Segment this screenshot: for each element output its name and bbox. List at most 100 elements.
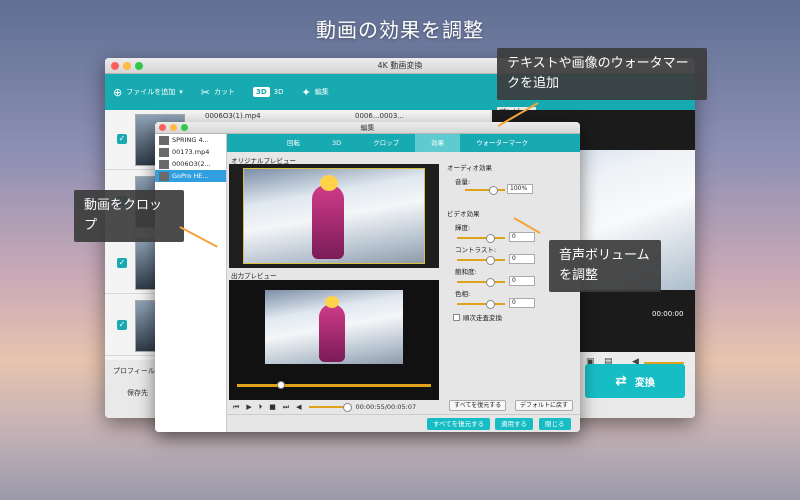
edit-file-item[interactable]: 00173.mp4 (155, 146, 226, 158)
stop-icon[interactable]: ■ (269, 403, 276, 411)
edit-window-title: 編集 (360, 124, 375, 132)
add-file-label: ファイルを追加 (126, 88, 176, 96)
saturation-field[interactable]: 0 (509, 276, 535, 286)
skier-figure (312, 185, 344, 259)
edit-window-controls (159, 124, 188, 131)
play-icon[interactable]: ▶ (246, 403, 251, 411)
three-d-icon: 3D (252, 87, 270, 97)
three-d-button[interactable]: 3D 3D (252, 87, 284, 97)
video-section-title: ビデオ効果 (447, 210, 480, 218)
file-checkbox[interactable]: ✓ (117, 258, 127, 268)
edit-file-name: GoPro HE... (172, 172, 209, 180)
edit-window: 編集 SPRING 4... 00173.mp4 0006O3(2... GoP… (155, 122, 580, 432)
playback-time: 00:00:55/00:05:07 (355, 403, 417, 411)
edit-file-name: 00173.mp4 (172, 148, 210, 156)
file-thumb-icon (159, 171, 169, 181)
crop-callout: 動画をクロップ (74, 190, 184, 242)
saturation-slider[interactable] (457, 278, 505, 287)
three-d-label: 3D (273, 88, 284, 96)
volume-slider[interactable] (308, 403, 352, 412)
edit-label: 編集 (314, 88, 329, 96)
apply-button[interactable]: 適用する (495, 418, 533, 430)
contrast-label: コントラスト: (455, 246, 497, 254)
next-frame-icon[interactable]: ⏵ (259, 403, 263, 412)
hue-slider[interactable] (457, 300, 505, 309)
restore-all-button[interactable]: すべてを復元する (449, 400, 507, 411)
file-thumb-icon (159, 135, 169, 145)
brightness-field[interactable]: 0 (509, 232, 535, 242)
zoom-edit-window-button[interactable] (181, 124, 188, 131)
skier-helmet (325, 296, 339, 308)
tab-3d[interactable]: 3D (316, 134, 357, 152)
tab-watermark[interactable]: ウォーターマーク (460, 134, 544, 152)
volume-icon: ◀ (296, 403, 302, 411)
profile-label: プロフィール (113, 367, 155, 375)
cut-label: カット (213, 88, 235, 96)
prev-icon[interactable]: ⏮ (233, 403, 239, 412)
volume-label: 音量: (455, 178, 471, 186)
edit-bottom-bar: すべてを復元する 適用する 閉じる (227, 414, 580, 432)
close-window-button[interactable] (111, 62, 119, 70)
audio-volume-slider[interactable] (465, 186, 505, 195)
deinterlace-checkbox[interactable] (453, 313, 460, 321)
preview-time: 00:00:00 (652, 310, 684, 318)
magic-wand-icon: ✦ (301, 85, 311, 99)
edit-file-list: SPRING 4... 00173.mp4 0006O3(2... GoPro … (155, 134, 227, 432)
zoom-window-button[interactable] (135, 62, 143, 70)
deinterlace-label: 順次走査変換 (463, 314, 502, 322)
add-file-button[interactable]: ⊕ ファイルを追加 ▾ (113, 86, 183, 99)
deinterlace-option[interactable]: 順次走査変換 (453, 312, 502, 322)
close-button[interactable]: 閉じる (539, 418, 571, 430)
edit-file-name: SPRING 4... (172, 136, 209, 144)
convert-label: 変換 (634, 377, 655, 389)
output-image (265, 290, 403, 364)
bottom-restore-all-button[interactable]: すべてを復元する (427, 418, 491, 430)
file-name: 0006O3(1).mp4 (205, 112, 261, 120)
edit-file-item[interactable]: SPRING 4... (155, 134, 226, 146)
volume-value-field[interactable]: 100% (507, 184, 533, 194)
save-location-label: 保存先 (127, 389, 148, 397)
edit-file-item[interactable]: 0006O3(2... (155, 158, 226, 170)
output-preview (229, 280, 439, 400)
hue-label: 色相: (455, 290, 471, 298)
next-icon[interactable]: ⏭ (283, 403, 289, 412)
close-edit-window-button[interactable] (159, 124, 166, 131)
progress-knob[interactable] (277, 381, 285, 389)
restore-default-button[interactable]: デフォルトに戻す (515, 400, 574, 411)
contrast-field[interactable]: 0 (509, 254, 535, 264)
convert-icon: ⇄ (615, 373, 627, 389)
brightness-slider[interactable] (457, 234, 505, 243)
add-file-icon: ⊕ (113, 85, 123, 99)
file-checkbox[interactable]: ✓ (117, 320, 127, 330)
contrast-slider[interactable] (457, 256, 505, 265)
minimize-window-button[interactable] (123, 62, 131, 70)
tab-effect[interactable]: 効果 (415, 134, 461, 152)
minimize-edit-window-button[interactable] (170, 124, 177, 131)
tab-rotate[interactable]: 回転 (227, 134, 316, 152)
file-thumb-icon (159, 147, 169, 157)
saturation-label: 飽和度: (455, 268, 477, 276)
file-thumb-icon (159, 159, 169, 169)
watermark-callout: テキストや画像のウォータマークを追加 (497, 48, 707, 100)
edit-button[interactable]: ✦ 編集 (301, 86, 328, 99)
hue-field[interactable]: 0 (509, 298, 535, 308)
main-window-title: 4K 動画変換 (377, 61, 423, 70)
brightness-label: 輝度: (455, 224, 471, 232)
playback-controls: ⏮ ▶ ⏵ ■ ⏭ ◀ 00:00:55/00:05:07 (229, 400, 439, 414)
tab-crop[interactable]: クロップ (357, 134, 415, 152)
convert-button[interactable]: ⇄ 変換 (585, 364, 685, 398)
skier-helmet (320, 175, 338, 191)
edit-file-item-selected[interactable]: GoPro HE... (155, 170, 226, 182)
audio-section-title: オーディオ効果 (447, 164, 493, 172)
crop-frame[interactable] (243, 168, 425, 264)
cut-button[interactable]: ✂ カット (201, 86, 235, 99)
edit-titlebar: 編集 (155, 122, 580, 134)
chevron-down-icon: ▾ (179, 88, 183, 96)
file-checkbox[interactable]: ✓ (117, 134, 127, 144)
edit-tabs: 回転 3D クロップ 効果 ウォーターマーク (227, 134, 580, 152)
headline: 動画の効果を調整 (316, 18, 484, 42)
playback-progress[interactable] (237, 381, 431, 389)
original-preview (229, 164, 439, 268)
window-controls (111, 62, 143, 70)
scissors-icon: ✂ (200, 85, 210, 99)
